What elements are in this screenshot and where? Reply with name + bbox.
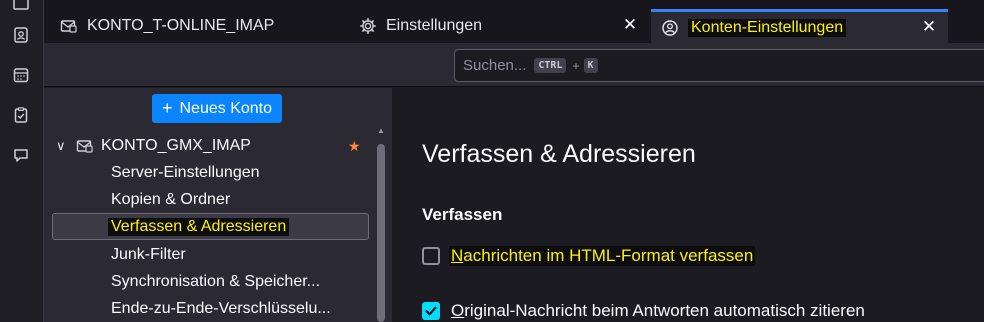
calendar-icon[interactable] — [11, 65, 31, 85]
account-row[interactable]: ∨ KONTO_GMX_IMAP — [56, 134, 251, 158]
option-text: achrichten im HTML-Format verfassen — [463, 246, 754, 265]
shortcut-key-ctrl: CTRL — [534, 58, 567, 73]
new-account-label: Neues Konto — [179, 99, 273, 117]
toolbar: Suchen... CTRL + K — [44, 43, 984, 87]
tab-konten-einstellungen[interactable]: Konten-Einstellungen ✕ — [651, 9, 948, 43]
tree-scrollbar[interactable]: ▲ — [374, 126, 388, 322]
shortcut-key-k: K — [583, 58, 598, 73]
tree-item-kopien-ordner[interactable]: Kopien & Ordner — [111, 188, 230, 212]
option-label: Nachrichten im HTML-Format verfassen — [449, 246, 756, 266]
shortcut-plus: + — [572, 58, 580, 73]
chat-icon[interactable] — [11, 145, 31, 165]
mnemonic: O — [451, 301, 465, 320]
option-text: riginal-Nachricht beim Antworten automat… — [464, 301, 865, 320]
chevron-down-icon[interactable]: ∨ — [56, 138, 70, 154]
tree-item-verfassen-adressieren[interactable]: Verfassen & Adressieren — [108, 215, 290, 239]
checkmark-icon — [425, 306, 437, 316]
settings-content: Verfassen & Adressieren Verfassen Nachri… — [392, 88, 984, 322]
tree-item-label: Ende-zu-Ende-Verschlüsselu... — [111, 300, 331, 317]
tree-item-label: Server-Einstellungen — [111, 164, 260, 181]
tree-item-verschluesselung[interactable]: Ende-zu-Ende-Verschlüsselu... — [111, 297, 331, 321]
tab-label: Einstellungen — [386, 16, 483, 34]
mail-folder-icon — [76, 137, 94, 155]
gear-icon — [359, 17, 377, 35]
close-icon[interactable]: ✕ — [920, 18, 938, 36]
tab-einstellungen[interactable]: Einstellungen ✕ — [341, 8, 649, 43]
account-icon — [661, 19, 679, 37]
tab-label: Konten-Einstellungen — [688, 18, 847, 37]
auto-quote-option[interactable]: Original-Nachricht beim Antworten automa… — [422, 301, 865, 321]
mnemonic: N — [451, 246, 464, 265]
new-account-button[interactable]: + Neues Konto — [152, 94, 282, 123]
scroll-up-icon[interactable]: ▲ — [376, 126, 386, 136]
tree-item-synchronisation[interactable]: Synchronisation & Speicher... — [111, 270, 320, 294]
tab-konto-t-online[interactable]: KONTO_T-ONLINE_IMAP — [44, 8, 341, 43]
tree-item-server-einstellungen[interactable]: Server-Einstellungen — [111, 161, 260, 185]
address-book-icon[interactable] — [11, 25, 31, 45]
tasks-icon[interactable] — [11, 105, 31, 125]
option-label: Original-Nachricht beim Antworten automa… — [451, 301, 865, 321]
account-tree: + Neues Konto ∨ KONTO_GMX_IMAP ★ Server-… — [44, 88, 392, 322]
tree-item-label: Junk-Filter — [111, 246, 186, 263]
scrollbar-thumb[interactable] — [377, 144, 385, 322]
account-name: KONTO_GMX_IMAP — [101, 137, 251, 154]
plus-icon: + — [161, 98, 173, 118]
mail-icon[interactable] — [11, 0, 31, 14]
tree-item-label: Kopien & Ordner — [111, 191, 231, 208]
tab-bar: KONTO_T-ONLINE_IMAP Einstellungen ✕ Kont… — [44, 0, 984, 43]
html-format-checkbox[interactable] — [422, 247, 440, 265]
tree-item-label: Verfassen & Adressieren — [108, 218, 290, 236]
page-title: Verfassen & Adressieren — [422, 140, 696, 168]
tree-item-junk-filter[interactable]: Junk-Filter — [111, 243, 186, 267]
tree-item-label: Synchronisation & Speicher... — [111, 273, 321, 290]
tab-label: KONTO_T-ONLINE_IMAP — [87, 16, 275, 34]
mail-folder-icon — [60, 17, 78, 35]
section-title: Verfassen — [422, 205, 503, 224]
search-placeholder: Suchen... — [463, 57, 527, 74]
auto-quote-checkbox[interactable] — [422, 302, 440, 320]
html-format-option[interactable]: Nachrichten im HTML-Format verfassen — [422, 246, 756, 266]
search-input[interactable]: Suchen... CTRL + K — [454, 49, 984, 82]
star-icon: ★ — [348, 138, 361, 154]
close-icon[interactable]: ✕ — [621, 16, 639, 34]
spaces-toolbar — [0, 0, 44, 322]
